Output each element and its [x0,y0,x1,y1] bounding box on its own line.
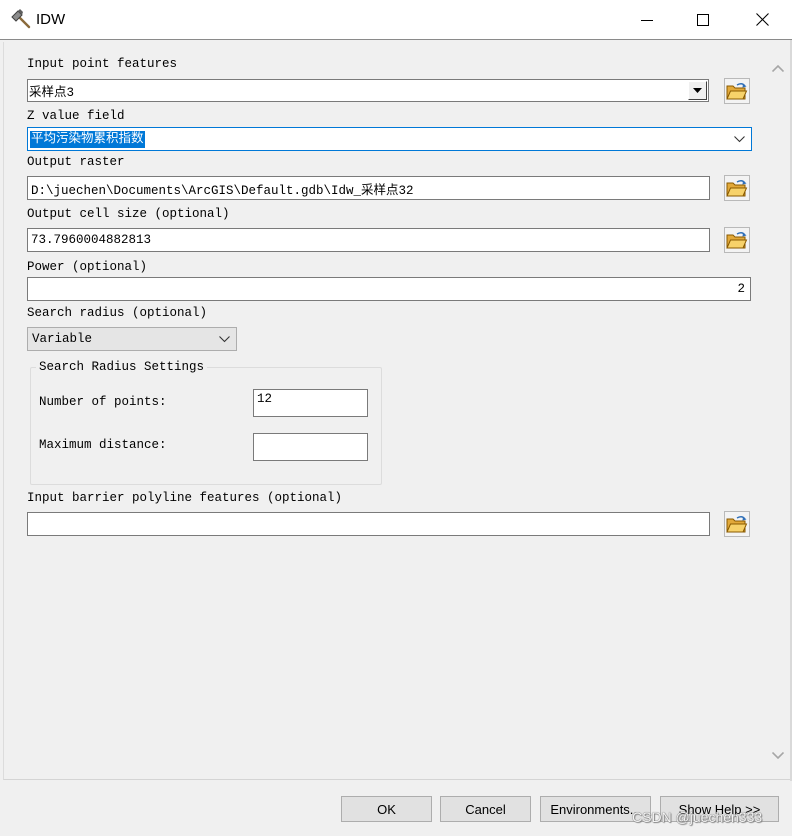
output-cell-size-field[interactable] [27,228,710,252]
maximize-button[interactable] [680,0,726,39]
number-of-points-field[interactable] [253,389,368,417]
scroll-up-button[interactable] [766,57,789,79]
maximize-icon [697,13,709,26]
cancel-button[interactable]: Cancel [440,796,531,822]
minimize-button[interactable] [624,0,670,39]
z-value-field-select[interactable]: 平均污染物累积指数 [27,127,752,151]
search-radius-value: Variable [32,331,93,346]
ok-button[interactable]: OK [341,796,432,822]
browse-output-cell-size-button[interactable] [724,227,750,253]
search-radius-settings-group: Search Radius Settings [30,360,382,485]
browse-input-barrier-button[interactable] [724,511,750,537]
open-folder-icon [726,83,748,100]
z-value-field-value: 平均污染物累积指数 [30,130,145,148]
search-radius-settings-legend: Search Radius Settings [36,360,208,375]
open-folder-icon [726,180,748,197]
open-folder-icon [726,516,748,533]
search-radius-select[interactable]: Variable [27,327,237,351]
chevron-up-icon [771,64,784,72]
number-of-points-label: Number of points: [39,395,167,409]
close-button[interactable] [739,0,785,39]
input-point-features-dropdown-button[interactable] [688,81,707,100]
browse-input-point-features-button[interactable] [724,78,750,104]
browse-output-raster-button[interactable] [724,175,750,201]
input-barrier-polyline-features-field[interactable] [27,512,710,536]
dropdown-arrow-icon [693,87,702,93]
maximum-distance-label: Maximum distance: [39,438,167,452]
input-point-features-label: Input point features [27,57,178,71]
input-point-features-combobox[interactable] [27,79,709,102]
maximum-distance-field[interactable] [253,433,368,461]
watermark: CSDN @juechen333 [632,809,763,825]
input-point-features-field[interactable] [28,80,686,101]
title-bar[interactable]: IDW [0,0,792,40]
open-folder-icon [726,232,748,249]
output-raster-field[interactable] [27,176,710,200]
window-title: IDW [36,11,66,28]
chevron-down-icon [219,336,230,343]
power-field[interactable] [27,277,751,301]
output-raster-label: Output raster [27,155,125,169]
power-label: Power (optional) [27,260,148,274]
input-barrier-polyline-features-label: Input barrier polyline features (optiona… [27,491,343,505]
search-radius-label: Search radius (optional) [27,306,208,320]
vertical-scrollbar[interactable] [766,43,789,779]
minimize-icon [641,19,653,21]
output-cell-size-label: Output cell size (optional) [27,207,230,221]
hammer-icon [10,8,32,35]
close-icon [755,13,769,26]
chevron-down-icon [734,136,745,143]
chevron-down-icon [771,751,784,759]
z-value-field-label: Z value field [27,109,125,123]
scroll-down-button[interactable] [766,744,789,766]
